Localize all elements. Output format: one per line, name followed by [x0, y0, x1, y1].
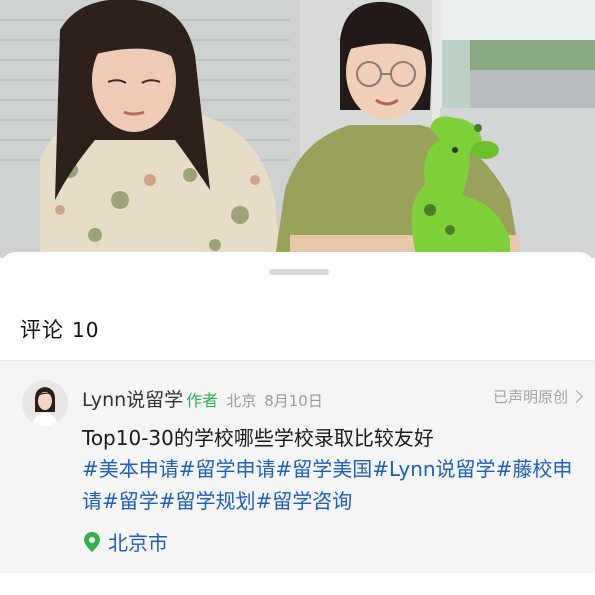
- video-scene: [0, 0, 595, 258]
- post-date: 8月10日: [264, 392, 323, 410]
- comments-label: 评论: [20, 318, 64, 342]
- location-text: 北京市: [108, 531, 168, 555]
- author-avatar[interactable]: [22, 380, 68, 426]
- post-title: Top10-30的学校哪些学校录取比较友好: [82, 426, 434, 450]
- video-frame[interactable]: [0, 0, 595, 258]
- hashtag[interactable]: #留学申请: [179, 457, 276, 481]
- chevron-right-icon: [570, 390, 583, 403]
- post-card[interactable]: Lynn说留学 作者 北京 8月10日 已声明原创 Top10-30的学校哪些学校录取…: [0, 361, 595, 573]
- author-name[interactable]: Lynn说留学: [82, 389, 183, 411]
- hashtag[interactable]: #留学规划: [159, 489, 256, 513]
- post-meta: Lynn说留学 作者 北京 8月10日 已声明原创: [82, 385, 583, 411]
- hashtag[interactable]: #Lynn说留学: [372, 457, 495, 481]
- comment-screen: 评论 10 Lynn说留学 作者 北京 8月10日 已声明原创 Top10-30的学校哪…: [0, 0, 595, 595]
- comments-count: 10: [72, 318, 100, 342]
- comment-sheet: 评论 10 Lynn说留学 作者 北京 8月10日 已声明原创 Top10-30的学校哪…: [0, 252, 595, 595]
- location-pin-icon: [84, 531, 100, 552]
- hashtag[interactable]: #美本申请: [82, 457, 179, 481]
- location-tag[interactable]: 北京市: [84, 527, 168, 555]
- hashtag[interactable]: #留学咨询: [256, 489, 353, 513]
- sheet-drag-handle[interactable]: [269, 269, 329, 275]
- author-badge: 作者: [186, 391, 219, 410]
- original-claim-label: 已声明原创: [492, 388, 568, 406]
- hashtag[interactable]: #留学: [102, 489, 159, 513]
- hashtag[interactable]: #留学美国: [276, 457, 373, 481]
- avatar-image: [22, 380, 68, 426]
- hashtag-list: #美本申请#留学申请#留学美国#Lynn说留学#藤校申请#留学#留学规划#留学咨…: [82, 453, 582, 517]
- comments-header: 评论 10: [20, 314, 99, 344]
- post-location-meta: 北京: [226, 392, 257, 410]
- original-claim-link[interactable]: 已声明原创: [492, 386, 583, 407]
